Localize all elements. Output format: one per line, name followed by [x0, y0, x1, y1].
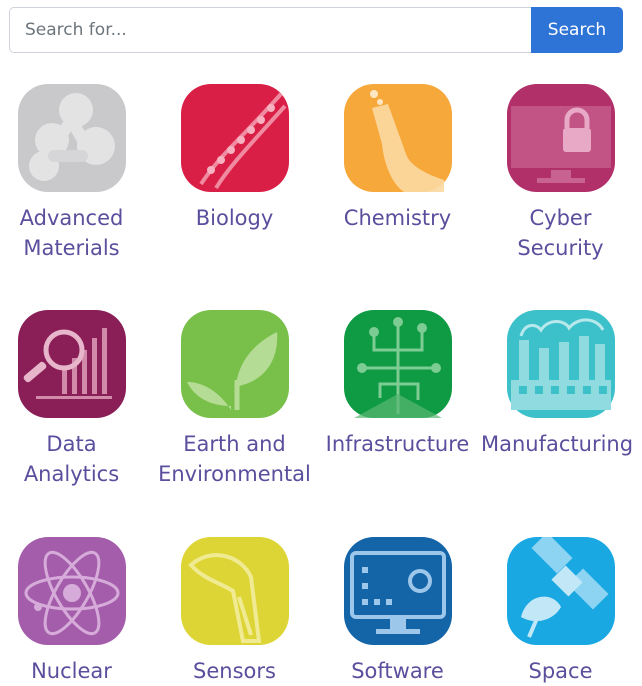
flask-icon: [343, 84, 452, 192]
category-advanced-materials[interactable]: Advanced Materials: [0, 84, 153, 263]
molecule-icon: [17, 84, 126, 192]
category-nuclear[interactable]: Nuclear: [0, 537, 153, 686]
category-label: Nuclear: [31, 659, 112, 683]
circuit-tree-icon: [343, 310, 452, 418]
search-button[interactable]: Search: [531, 7, 623, 53]
category-label: Earth and Environmental: [158, 432, 311, 486]
category-label: Cyber Security: [517, 206, 604, 260]
category-label: Sensors: [193, 659, 276, 683]
factory-icon: [506, 310, 615, 418]
category-software[interactable]: Software: [316, 537, 479, 686]
scanner-icon: [180, 537, 289, 645]
category-label: Manufacturing: [481, 432, 634, 456]
lock-monitor-icon: [506, 84, 615, 192]
category-sensors[interactable]: Sensors: [153, 537, 316, 686]
category-cyber-security[interactable]: Cyber Security: [479, 84, 642, 263]
category-label: Chemistry: [343, 206, 452, 230]
category-infrastructure[interactable]: Infrastructure: [316, 310, 479, 459]
category-space[interactable]: Space: [479, 537, 642, 686]
search-bar: Search: [9, 7, 623, 53]
category-label: Space: [528, 659, 593, 683]
category-chemistry[interactable]: Chemistry: [316, 84, 479, 233]
category-label: Advanced Materials: [19, 206, 124, 260]
category-label: Infrastructure: [325, 432, 470, 456]
computer-gear-icon: [343, 537, 452, 645]
category-label: Software: [351, 659, 444, 683]
leaf-icon: [180, 310, 289, 418]
search-input[interactable]: [9, 7, 531, 53]
atom-icon: [17, 537, 126, 645]
category-manufacturing[interactable]: Manufacturing: [479, 310, 642, 459]
magnifier-chart-icon: [17, 310, 126, 418]
category-data-analytics[interactable]: Data Analytics: [0, 310, 153, 489]
dna-icon: [180, 84, 289, 192]
category-label: Data Analytics: [23, 432, 120, 486]
category-earth-and-environmental[interactable]: Earth and Environmental: [153, 310, 316, 489]
category-label: Biology: [195, 206, 274, 230]
satellite-icon: [506, 537, 615, 645]
category-biology[interactable]: Biology: [153, 84, 316, 233]
